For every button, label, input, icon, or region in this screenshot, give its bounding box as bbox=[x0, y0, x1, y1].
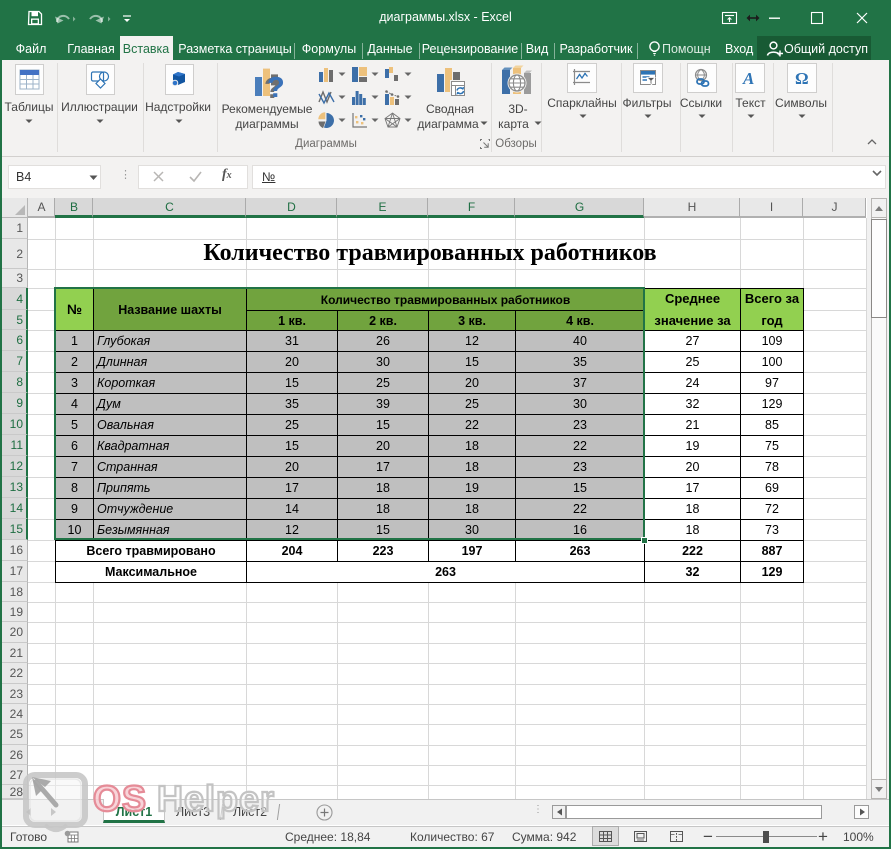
svg-text:A: A bbox=[742, 69, 754, 88]
svg-text:Helper: Helper bbox=[157, 778, 275, 819]
svg-text:?: ? bbox=[267, 72, 285, 100]
svg-text:OS: OS bbox=[93, 778, 147, 819]
svg-text:Ω: Ω bbox=[795, 69, 809, 88]
